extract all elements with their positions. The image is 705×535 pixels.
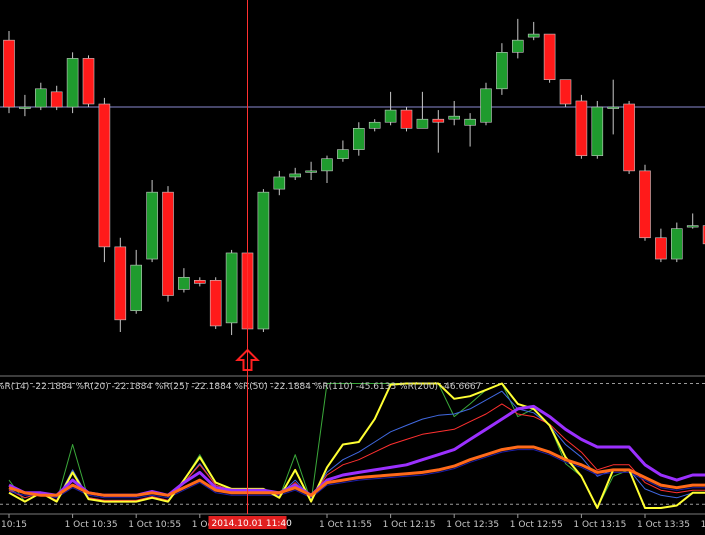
candle: [623, 100, 635, 174]
candle-body: [257, 191, 270, 330]
candle-body: [480, 88, 492, 123]
candle: [559, 79, 572, 108]
candle-body: [511, 39, 524, 53]
candle-body: [273, 176, 286, 190]
candle-body: [305, 170, 317, 173]
candle: [480, 82, 492, 126]
time-tick-label: 1 Oct 13:15: [573, 520, 626, 530]
candle-body: [559, 79, 572, 105]
time-tick-label: 1 Oct 10:35: [65, 520, 118, 530]
candle-body: [225, 252, 238, 324]
candle-body: [3, 39, 15, 108]
indicator-legend: %R(14) -22.1884 %R(20) -22.1884 %R(25) -…: [0, 382, 481, 392]
candle-body: [432, 118, 445, 123]
candle: [225, 249, 238, 336]
candle-body: [352, 128, 365, 150]
chart-window[interactable]: %R(14) -22.1884 %R(20) -22.1884 %R(25) -…: [0, 0, 705, 535]
candle-body: [146, 191, 158, 260]
candle-body: [655, 237, 667, 260]
candle-body: [178, 276, 190, 290]
candle-body: [575, 100, 588, 156]
candle-body: [321, 158, 333, 172]
candle: [146, 180, 158, 263]
candle-body: [337, 149, 349, 160]
time-tick-label: 10:15: [1, 520, 27, 530]
candle-body: [384, 109, 397, 123]
time-tick-label: 1 Oct 1: [701, 520, 705, 530]
crosshair-time-label: 2014.10.01 11:40: [212, 519, 293, 529]
candle: [66, 52, 79, 114]
candle-body: [19, 106, 31, 109]
candle: [400, 107, 413, 132]
candle: [82, 55, 95, 108]
candle: [575, 94, 588, 159]
candle-body: [98, 103, 111, 248]
candle-body: [114, 246, 127, 321]
candle-body: [416, 118, 429, 129]
candle-body: [209, 280, 222, 327]
candle-body: [623, 103, 635, 172]
candle-body: [686, 225, 699, 228]
candle-body: [82, 58, 95, 105]
candle-body: [162, 191, 174, 296]
candle-body: [670, 228, 683, 260]
time-tick-label: 1 Oct 10:55: [128, 520, 181, 530]
time-tick-label: 1 Oct 11:55: [319, 520, 372, 530]
candle-body: [496, 52, 508, 90]
candle-body: [448, 115, 461, 120]
candle: [3, 31, 15, 114]
candle: [670, 222, 683, 263]
candle: [114, 237, 127, 332]
time-tick-label: 1 Oct 12:35: [446, 520, 499, 530]
candle-body: [130, 264, 142, 312]
candle-body: [368, 121, 381, 129]
candle-body: [607, 106, 620, 109]
candle-body: [639, 170, 651, 239]
candle: [162, 186, 174, 302]
candle-body: [527, 33, 540, 38]
time-tick-label: 1 Oct 12:55: [510, 520, 563, 530]
time-tick-label: 1 Oct 12:15: [383, 520, 436, 530]
candle-body: [289, 173, 302, 178]
candle-body: [591, 106, 604, 156]
candle: [257, 189, 270, 332]
time-tick-label: 1 Oct 13:35: [637, 520, 690, 530]
candle: [543, 33, 556, 83]
candle-body: [34, 88, 47, 108]
candle-body: [464, 118, 476, 126]
candle: [98, 97, 111, 263]
candle: [639, 164, 651, 241]
candle-body: [400, 109, 413, 129]
candle-body: [543, 33, 556, 80]
candle: [591, 100, 604, 159]
candle-body: [66, 58, 79, 108]
candle-body: [50, 91, 63, 108]
candle-body: [194, 280, 206, 284]
candle: [209, 277, 222, 329]
